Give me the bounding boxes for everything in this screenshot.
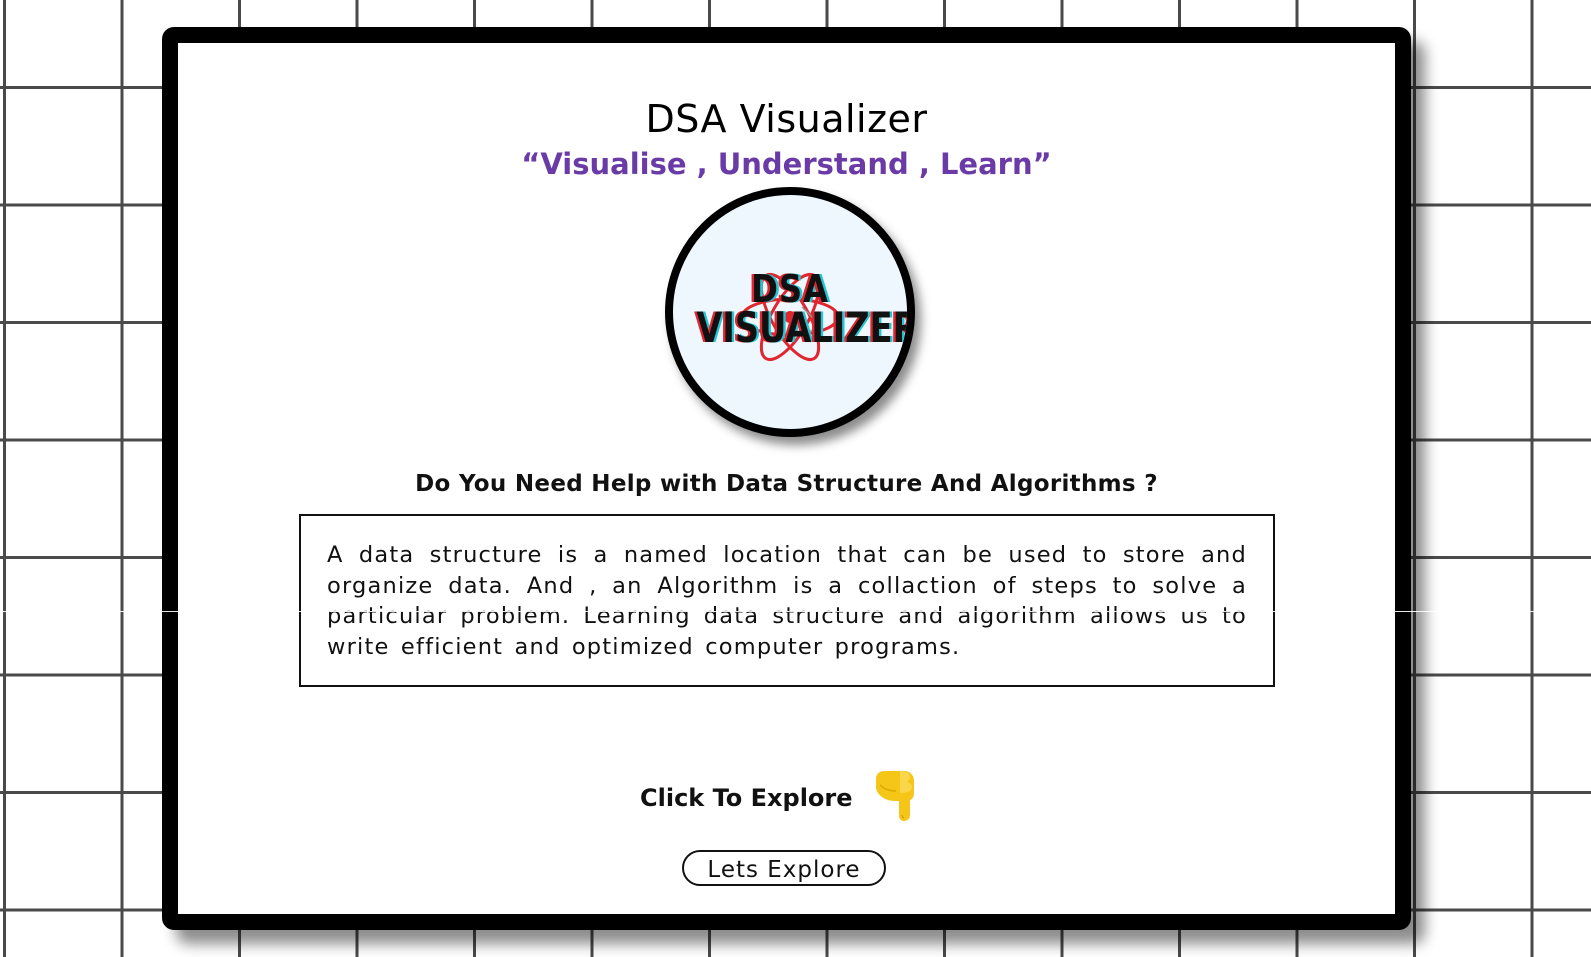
intro-question: Do You Need Help with Data Structure And… bbox=[415, 471, 1158, 497]
explore-prompt-row: Click To Explore bbox=[178, 767, 1395, 827]
logo: DSA VISUALIZER bbox=[665, 187, 915, 437]
screen-tear-line bbox=[0, 611, 1591, 612]
logo-text-visualizer: VISUALIZER bbox=[696, 303, 915, 352]
lets-explore-button[interactable]: Lets Explore bbox=[682, 850, 886, 886]
description-box: A data structure is a named location tha… bbox=[299, 514, 1275, 687]
explore-prompt: Click To Explore bbox=[640, 784, 853, 812]
main-card: DSA Visualizer “Visualise , Understand ,… bbox=[162, 27, 1411, 930]
tagline: “Visualise , Understand , Learn” bbox=[521, 147, 1052, 181]
pointing-down-hand-icon bbox=[870, 767, 926, 823]
page-title: DSA Visualizer bbox=[645, 97, 928, 141]
description-text: A data structure is a named location tha… bbox=[327, 542, 1247, 660]
page-background: { "header": { "title": "DSA Visualizer",… bbox=[0, 0, 1591, 957]
